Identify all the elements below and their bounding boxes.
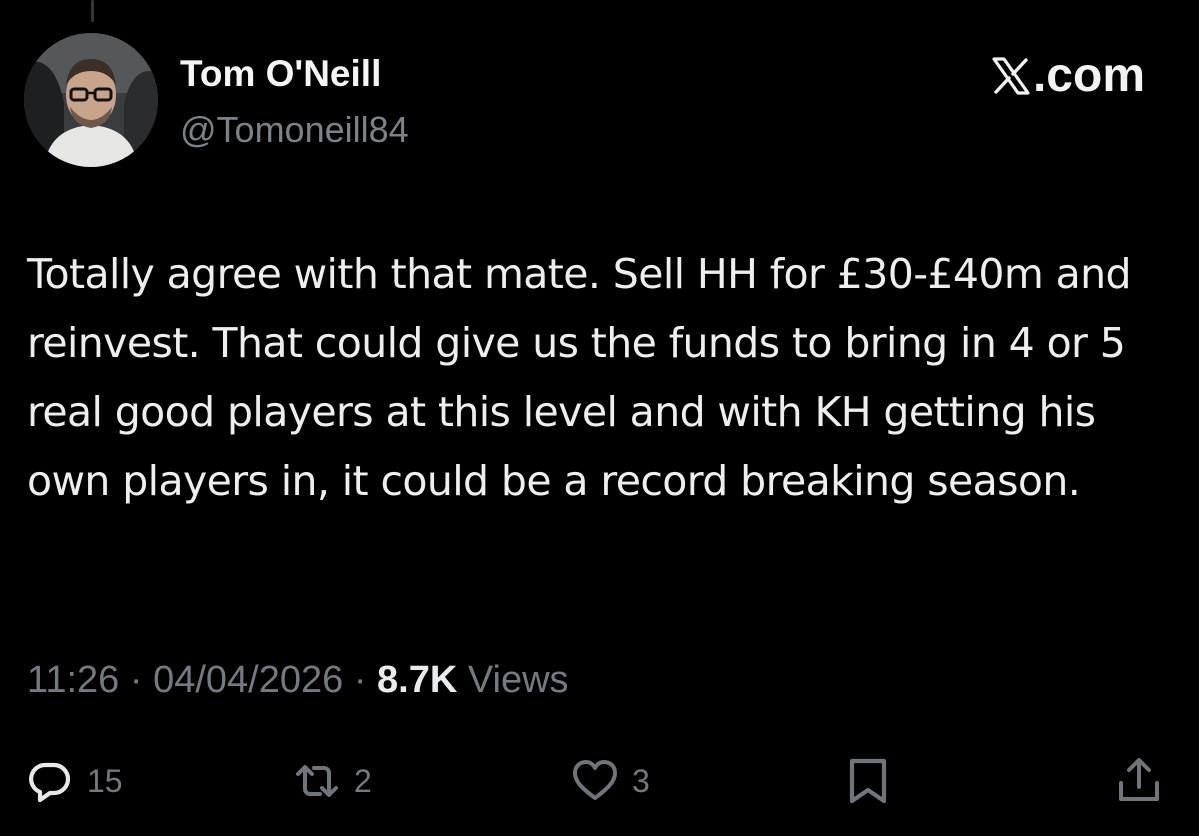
author-display-name[interactable]: Tom O'Neill [180,52,381,96]
repost-button[interactable]: 2 [292,746,372,816]
repost-icon [296,765,338,797]
tweet-time[interactable]: 11:26 [27,659,119,701]
meta-separator: · [353,659,367,701]
bookmark-button[interactable] [843,746,893,816]
views-label[interactable]: Views [468,659,569,701]
x-logo-icon [992,57,1030,95]
brand-watermark: .com [991,48,1145,104]
author-handle[interactable]: @Tomoneill84 [180,108,409,152]
thread-connector-line [91,0,94,22]
bookmark-icon [849,758,887,804]
tweet-text: Totally agree with that mate. Sell HH fo… [27,250,1132,505]
repost-count: 2 [354,762,372,799]
action-bar: 15 2 3 [0,746,1199,816]
brand-domain-label: .com [1032,49,1145,102]
tweet-screen: Tom O'Neill @Tomoneill84 .com Totally ag… [0,0,1199,836]
reply-icon [29,762,71,803]
heart-icon [573,760,617,800]
avatar[interactable] [24,33,158,167]
like-button[interactable]: 3 [570,746,650,816]
avatar-photo [24,33,158,167]
meta-separator: · [129,659,143,701]
like-count: 3 [632,762,650,799]
share-button[interactable] [1114,746,1164,816]
reply-button[interactable]: 15 [25,746,123,816]
tweet-meta: 11:26 · 04/04/2026 · 8.7K Views [27,654,569,706]
tweet-date[interactable]: 04/04/2026 [153,659,343,701]
views-count[interactable]: 8.7K [377,659,457,701]
share-icon [1119,758,1159,801]
reply-count: 15 [87,762,123,799]
